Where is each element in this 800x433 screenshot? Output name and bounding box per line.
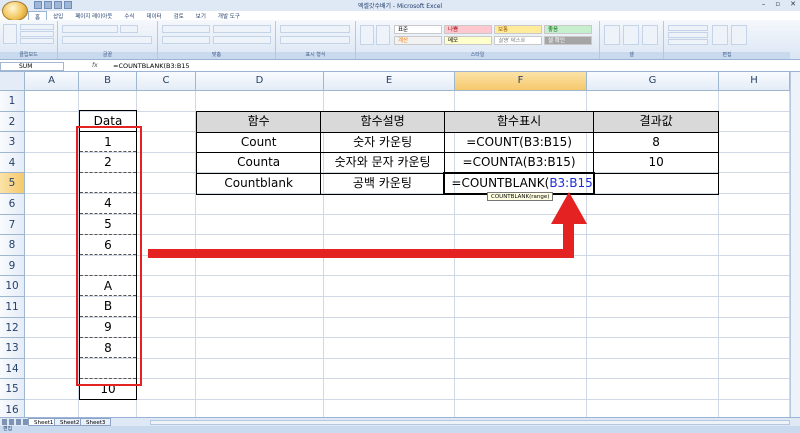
conditional-format-button[interactable] (360, 25, 374, 45)
group-number: 표시 형식 (276, 21, 356, 59)
clear-button[interactable] (668, 39, 708, 45)
vertical-scrollbar[interactable] (790, 72, 800, 417)
merge-center-button[interactable] (213, 36, 271, 44)
style-calc[interactable]: 계산 (394, 36, 442, 45)
horizontal-scrollbar[interactable] (150, 420, 790, 425)
minimize-icon[interactable]: – (762, 0, 766, 8)
red-arrow-head (551, 192, 587, 224)
tab-developer[interactable]: 개발 도구 (212, 11, 246, 20)
cut-button[interactable] (20, 24, 54, 30)
first-sheet-icon[interactable] (2, 419, 7, 425)
red-arrow-riser (563, 222, 574, 258)
wrap-text-button[interactable] (213, 25, 271, 33)
group-font: 글꼴 (58, 21, 158, 59)
tab-review[interactable]: 검토 (168, 11, 190, 20)
sort-filter-button[interactable] (712, 25, 728, 45)
format-as-table-button[interactable] (376, 25, 390, 45)
window-controls: – ▫ ✕ (762, 0, 796, 8)
name-box[interactable]: SUM (0, 62, 64, 71)
worksheet-grid[interactable]: ABCDEFGH 1234567891011121314151617 Data … (0, 72, 800, 433)
group-styles: 표준 나쁨 보통 좋음 계산 메모 설명 텍스트 셀 확인 스타일 (356, 21, 600, 59)
status-mode: 편집 (3, 426, 13, 432)
group-clipboard: 클립보드 (0, 21, 58, 59)
delete-cells-button[interactable] (623, 25, 639, 45)
group-label: 셀 (600, 52, 663, 59)
office-button[interactable] (2, 1, 28, 21)
ribbon: 클립보드 글꼴 맞춤 표시 형식 표준 나쁨 보통 좋음 계산 메모 설명 텍스… (0, 20, 800, 60)
red-arrow-shaft (148, 249, 572, 258)
sheet-tab-bar: Sheet1 Sheet2 Sheet3 (0, 417, 800, 426)
group-label: 클립보드 (0, 52, 57, 59)
next-sheet-icon[interactable] (16, 419, 21, 425)
alignment-buttons[interactable] (162, 25, 210, 33)
sheet-nav-buttons[interactable] (2, 419, 28, 425)
group-alignment: 맞춤 (158, 21, 276, 59)
font-name-dropdown[interactable] (62, 25, 118, 33)
copy-button[interactable] (20, 31, 54, 37)
maximize-icon[interactable]: ▫ (775, 0, 780, 8)
group-editing: 편집 (664, 21, 790, 59)
formula-input[interactable]: =COUNTBLANK(B3:B15 (113, 62, 793, 71)
find-select-button[interactable] (731, 25, 747, 45)
style-explanatory[interactable]: 설명 텍스트 (494, 36, 542, 45)
format-cells-button[interactable] (642, 25, 658, 45)
tab-insert[interactable]: 삽입 (47, 11, 69, 20)
group-label: 글꼴 (58, 52, 157, 59)
group-cells: 셀 (600, 21, 664, 59)
style-note[interactable]: 메모 (444, 36, 492, 45)
tab-page-layout[interactable]: 페이지 레이아웃 (69, 11, 118, 20)
tab-formulas[interactable]: 수식 (118, 11, 140, 20)
tab-view[interactable]: 보기 (190, 11, 212, 20)
prev-sheet-icon[interactable] (9, 419, 14, 425)
fill-button[interactable] (668, 32, 708, 38)
style-neutral[interactable]: 보통 (494, 25, 542, 34)
group-label: 맞춤 (158, 52, 275, 59)
font-format-buttons[interactable] (62, 36, 152, 44)
insert-cells-button[interactable] (604, 25, 620, 45)
red-selection-border (76, 126, 142, 386)
insert-function-icon[interactable]: fx (92, 62, 98, 69)
ribbon-tabs: 홈 삽입 페이지 레이아웃 수식 데이터 검토 보기 개발 도구 (28, 11, 246, 21)
font-size-dropdown[interactable] (120, 25, 138, 33)
style-good[interactable]: 좋음 (544, 25, 592, 34)
annotation-overlay (76, 126, 587, 386)
group-label: 표시 형식 (276, 52, 355, 59)
autosum-button[interactable] (668, 25, 708, 31)
paste-button[interactable] (3, 24, 17, 44)
style-bad[interactable]: 나쁨 (444, 25, 492, 34)
status-bar: 편집 (0, 426, 800, 433)
window-title: 엑셀갓수배기 - Microsoft Excel (357, 3, 443, 10)
number-format-buttons[interactable] (280, 36, 350, 44)
group-label: 스타일 (356, 52, 599, 59)
title-bar: 엑셀갓수배기 - Microsoft Excel – ▫ ✕ (0, 0, 800, 11)
style-check-cell[interactable]: 셀 확인 (544, 36, 592, 45)
close-icon[interactable]: ✕ (790, 0, 796, 8)
tab-data[interactable]: 데이터 (140, 11, 167, 20)
formula-bar: SUM fx =COUNTBLANK(B3:B15 (0, 61, 800, 72)
format-painter-button[interactable] (20, 38, 54, 44)
group-label: 편집 (664, 52, 790, 59)
tab-home[interactable]: 홈 (28, 11, 48, 21)
sheet-tab-3[interactable]: Sheet3 (80, 418, 112, 426)
number-format-dropdown[interactable] (280, 25, 350, 33)
align-buttons-2[interactable] (162, 36, 210, 44)
style-normal[interactable]: 표준 (394, 25, 442, 34)
